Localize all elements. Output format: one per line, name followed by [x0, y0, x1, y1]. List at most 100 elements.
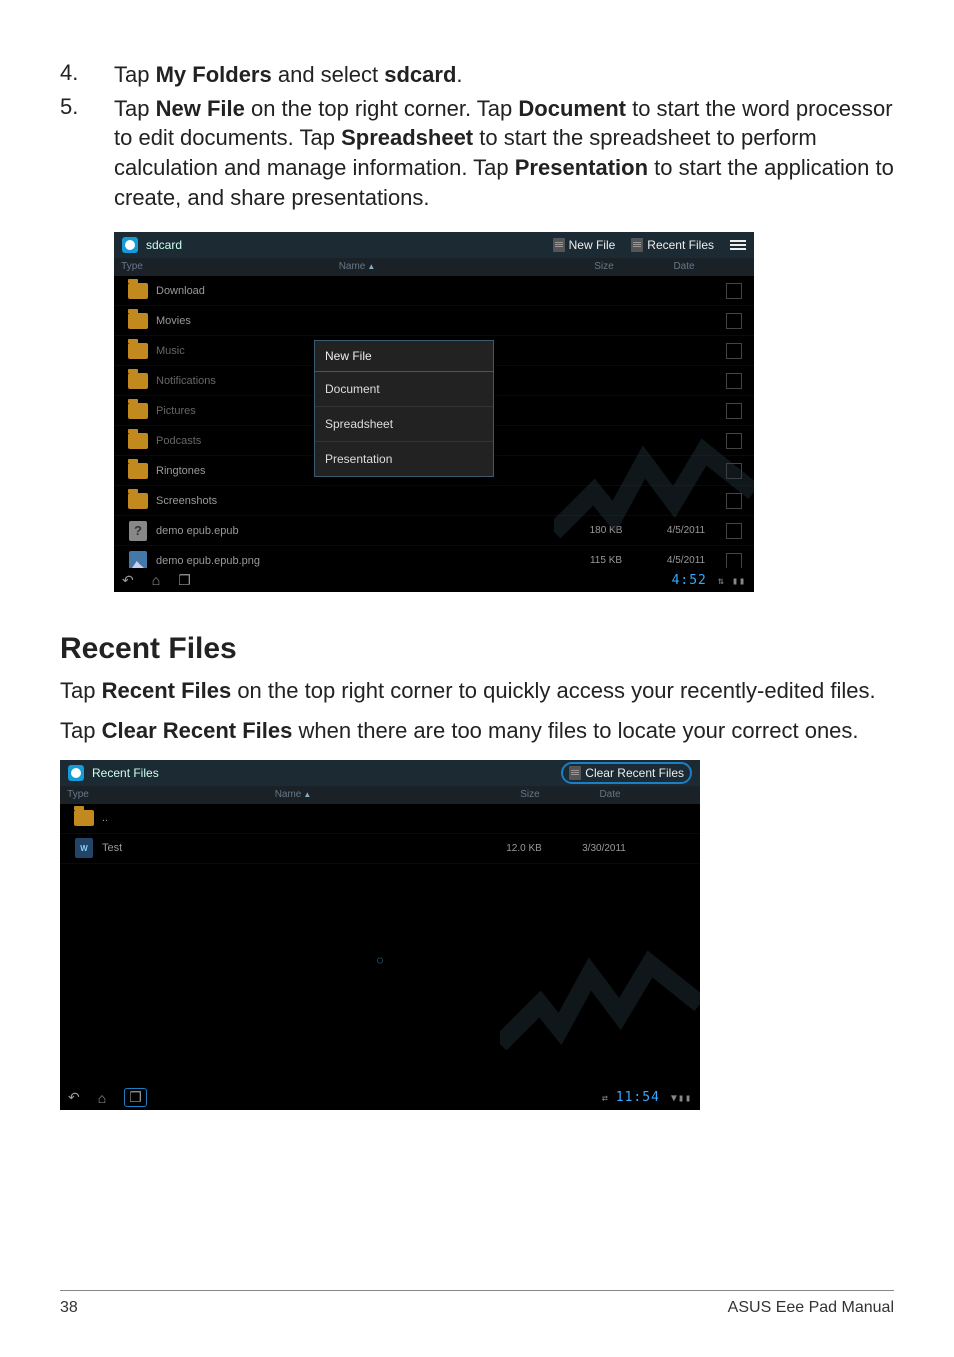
checkbox[interactable] [726, 493, 742, 509]
clock-time: 4:52 [672, 573, 707, 588]
text: Tap [60, 678, 102, 703]
document-icon [569, 766, 581, 780]
file-size: 115 KB [566, 555, 646, 566]
header-size[interactable]: Size [564, 258, 644, 276]
menu-button[interactable] [730, 240, 746, 250]
button-label: Clear Recent Files [585, 766, 684, 780]
checkbox[interactable] [726, 403, 742, 419]
emphasis: Spreadsheet [341, 125, 473, 150]
paragraph: Tap Recent Files on the top right corner… [60, 676, 894, 706]
app-logo-icon[interactable] [68, 765, 84, 781]
back-icon[interactable]: ↶ [122, 572, 134, 589]
system-navbar: ↶ ⌂ ❐ 4:52 ⇅ ▮▮ [114, 568, 754, 592]
checkbox[interactable] [726, 313, 742, 329]
header-date[interactable]: Date [644, 258, 724, 276]
file-name: demo epub.epub.png [156, 555, 566, 567]
header-label: Name [339, 261, 366, 272]
recent-apps-icon[interactable]: ❐ [124, 1088, 147, 1107]
screenshot-recent-files: Recent Files Clear Recent Files Type Nam… [60, 760, 700, 1110]
popup-item-spreadsheet[interactable]: Spreadsheet [315, 407, 493, 442]
app-logo-icon[interactable] [122, 237, 138, 253]
back-icon[interactable]: ↶ [68, 1089, 80, 1106]
new-file-popup: New File Document Spreadsheet Presentati… [314, 340, 494, 477]
list-item[interactable]: Download [114, 276, 754, 306]
emphasis: Recent Files [102, 678, 232, 703]
home-icon[interactable]: ⌂ [152, 572, 160, 588]
file-name: Download [156, 285, 566, 297]
text: Tap [114, 96, 156, 121]
word-document-icon: W [75, 838, 93, 858]
column-headers: Type Name▲ Size Date [60, 786, 700, 804]
header-date[interactable]: Date [570, 786, 650, 804]
header-type[interactable]: Type [60, 786, 96, 804]
list-item[interactable]: Screenshots [114, 486, 754, 516]
home-icon[interactable]: ⌂ [98, 1090, 106, 1106]
header-label: Name [275, 789, 302, 800]
emphasis: Presentation [515, 155, 648, 180]
emphasis: My Folders [156, 62, 272, 87]
list-item-up[interactable]: .. [60, 804, 700, 834]
folder-icon [128, 373, 148, 389]
status-icons: ⇄ [602, 1093, 616, 1104]
screenshot-sdcard: sdcard New File Recent Files Type Name▲ … [114, 232, 754, 592]
clear-recent-files-button[interactable]: Clear Recent Files [561, 762, 692, 784]
unknown-file-icon: ? [129, 521, 147, 541]
step-4: 4. Tap My Folders and select sdcard. [60, 60, 894, 90]
emphasis: sdcard [384, 62, 456, 87]
recent-files-button[interactable]: Recent Files [631, 238, 714, 252]
popup-title: New File [315, 341, 493, 372]
file-name: Movies [156, 315, 566, 327]
folder-icon [128, 433, 148, 449]
file-name: Screenshots [156, 495, 566, 507]
app-topbar: sdcard New File Recent Files [114, 232, 754, 258]
section-title-recent-files: Recent Files [60, 632, 894, 666]
emphasis: New File [156, 96, 245, 121]
list-item[interactable]: WTest12.0 KB3/30/2011 [60, 834, 700, 864]
header-size[interactable]: Size [490, 786, 570, 804]
popup-item-document[interactable]: Document [315, 372, 493, 407]
checkbox[interactable] [726, 373, 742, 389]
emphasis: Document [518, 96, 626, 121]
list-item[interactable]: ?demo epub.epub180 KB4/5/2011 [114, 516, 754, 546]
header-name[interactable]: Name▲ [150, 258, 564, 276]
checkbox[interactable] [726, 283, 742, 299]
header-name[interactable]: Name▲ [96, 786, 490, 804]
text: on the top right corner to quickly acces… [231, 678, 875, 703]
clock-time: 11:54 [616, 1090, 660, 1105]
checkbox[interactable] [726, 553, 742, 569]
status-icons: ▼▮▮ [664, 1093, 692, 1104]
checkbox[interactable] [726, 343, 742, 359]
app-topbar: Recent Files Clear Recent Files [60, 760, 700, 786]
list-item[interactable]: Movies [114, 306, 754, 336]
breadcrumb-title: sdcard [146, 238, 182, 252]
page-number: 38 [60, 1299, 78, 1317]
checkbox[interactable] [726, 433, 742, 449]
checkbox[interactable] [726, 523, 742, 539]
folder-icon [128, 313, 148, 329]
folder-icon [128, 283, 148, 299]
column-headers: Type Name▲ Size Date [114, 258, 754, 276]
popup-item-presentation[interactable]: Presentation [315, 442, 493, 476]
step-text: Tap My Folders and select sdcard. [114, 60, 894, 90]
file-date: 3/30/2011 [564, 843, 644, 854]
recent-apps-icon[interactable]: ❐ [178, 572, 191, 589]
file-list: .. WTest12.0 KB3/30/2011 ◌ [60, 804, 700, 1064]
folder-icon [128, 493, 148, 509]
clock[interactable]: 4:52 ⇅ ▮▮ [672, 573, 746, 588]
loading-indicator-icon: ◌ [376, 953, 383, 967]
button-label: New File [569, 238, 616, 252]
folder-icon [128, 403, 148, 419]
header-type[interactable]: Type [114, 258, 150, 276]
document-icon [631, 238, 643, 252]
text: Tap [114, 62, 156, 87]
background-art [500, 934, 700, 1064]
sort-ascending-icon: ▲ [367, 262, 375, 271]
text: when there are too many files to locate … [292, 718, 858, 743]
file-date: 4/5/2011 [646, 555, 726, 566]
button-label: Recent Files [647, 238, 714, 252]
text: on the top right corner. Tap [245, 96, 519, 121]
clock[interactable]: ⇄ 11:54 ▼▮▮ [598, 1090, 692, 1105]
new-file-button[interactable]: New File [553, 238, 616, 252]
checkbox[interactable] [726, 463, 742, 479]
text: and select [272, 62, 385, 87]
